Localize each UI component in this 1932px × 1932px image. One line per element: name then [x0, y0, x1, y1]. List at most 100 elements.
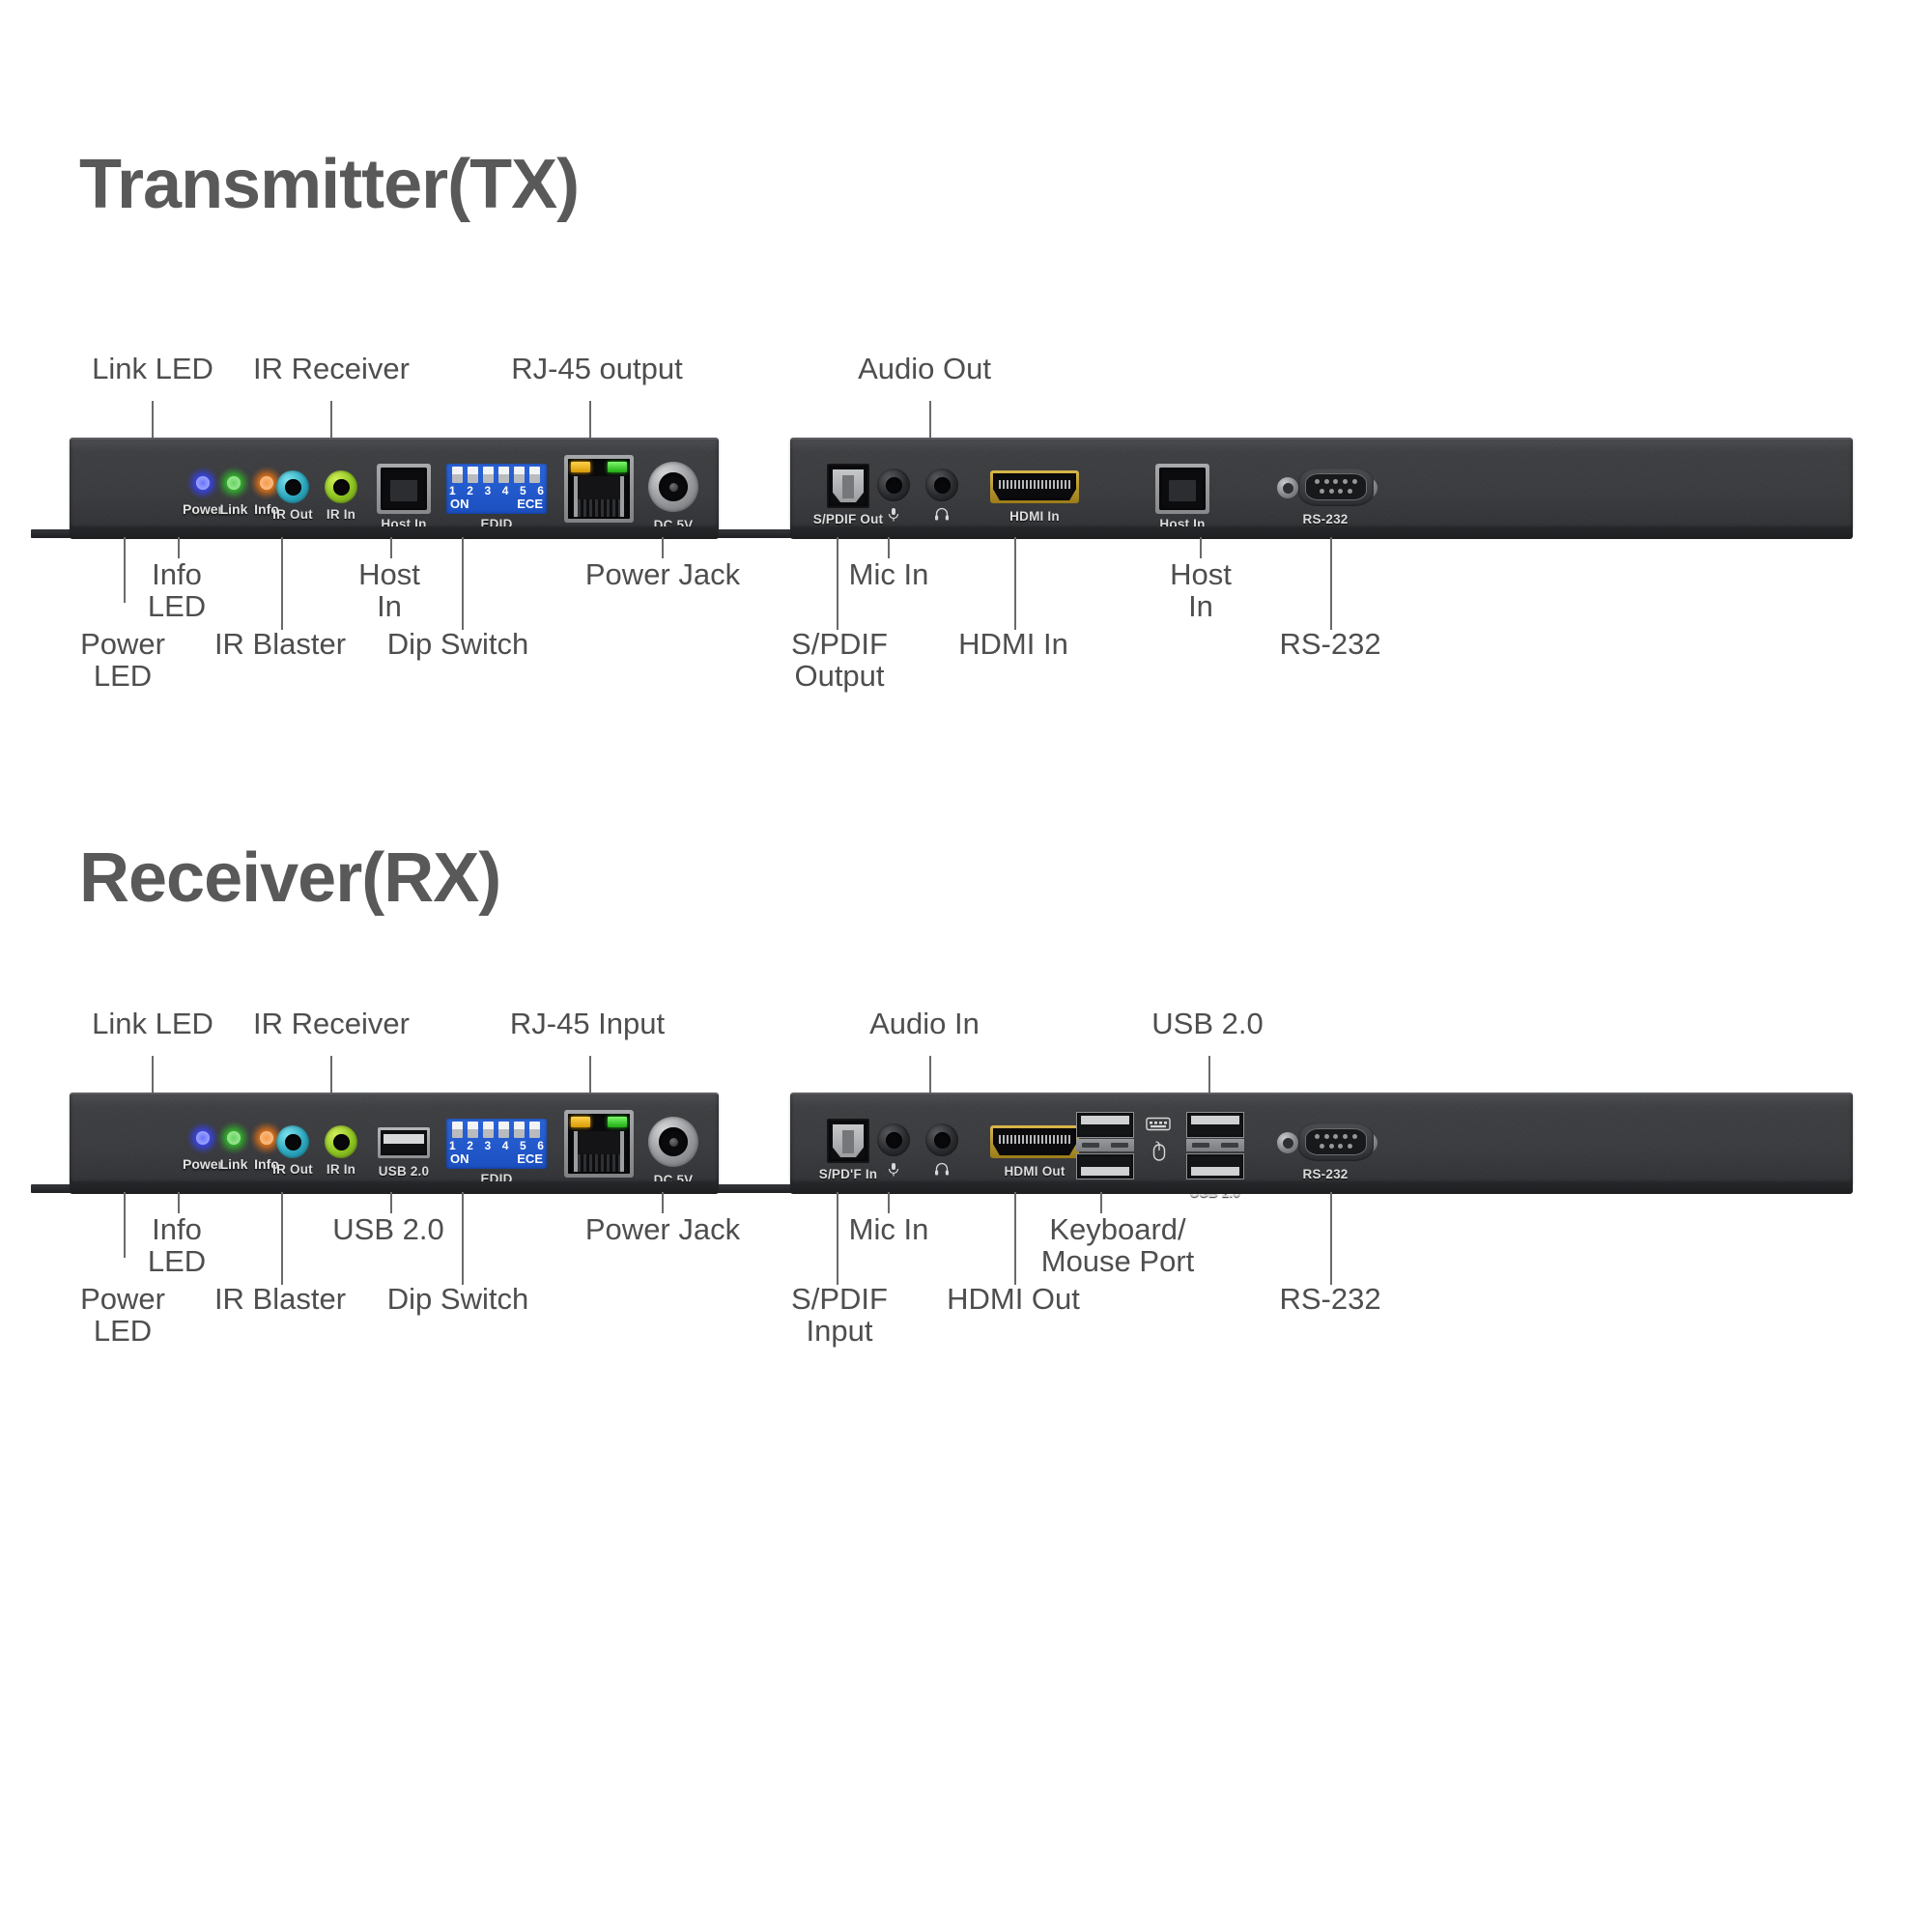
- usb-a-connector[interactable]: [378, 1127, 430, 1158]
- toslink-connector[interactable]: [827, 464, 869, 508]
- link-led-indicator: [227, 476, 241, 490]
- leader-tx-rs232: [1330, 537, 1332, 630]
- callout-tx-dip-switch: Dip Switch: [386, 627, 529, 661]
- callout-rx-power-jack: Power Jack: [584, 1212, 741, 1246]
- leader-rx-power-jack: [662, 1192, 664, 1213]
- callout-tx-power-jack: Power Jack: [584, 557, 741, 591]
- rj45-connector[interactable]: [564, 455, 634, 523]
- db9-connector[interactable]: [1277, 1121, 1378, 1165]
- callout-rx-rear-audio-in: Audio In: [869, 1007, 980, 1040]
- usb-port-20-top[interactable]: [1186, 1112, 1244, 1138]
- ir-in-label: IR In: [326, 507, 356, 522]
- microphone-icon: [888, 1163, 899, 1177]
- leader-rx-usb20: [390, 1192, 392, 1213]
- leader-tx-power-led: [124, 537, 126, 603]
- ir-out-connector[interactable]: [276, 470, 309, 503]
- rj45-link-led-green: [608, 1117, 627, 1127]
- callout-rx-info-led: Info LED: [147, 1212, 207, 1279]
- headphone-icon: [935, 507, 949, 521]
- rx-rear-chassis-lip: [790, 1181, 1853, 1194]
- dc-barrel-connector[interactable]: [648, 1117, 698, 1167]
- callout-tx-info-led: Info LED: [147, 557, 207, 624]
- headphone-jack-connector[interactable]: [925, 1123, 958, 1156]
- diagram-canvas: Transmitter(TX) Link LED IR Receiver RJ-…: [0, 0, 1932, 1932]
- spdif-out-label: S/PDIF Out: [812, 512, 884, 526]
- info-led-indicator: [260, 1131, 273, 1145]
- callout-tx-rs232: RS-232: [1279, 627, 1381, 661]
- usb-port-20-bottom[interactable]: [1186, 1153, 1244, 1179]
- rj45-link-led-green: [608, 462, 627, 472]
- rx-rear-panel: S/PD'F In HDMI Out RS-232: [790, 1093, 1853, 1200]
- callout-tx-hdmi-in: HDMI In: [958, 627, 1068, 661]
- callout-rx-spdif-input: S/PDIF Input: [791, 1282, 888, 1349]
- rj45-connector[interactable]: [564, 1110, 634, 1178]
- callout-tx-ir-blaster: IR Blaster: [213, 627, 347, 661]
- ir-in-connector[interactable]: [325, 1125, 357, 1158]
- leader-rx-info-led: [178, 1192, 180, 1213]
- usb-port-km-bottom[interactable]: [1076, 1153, 1134, 1179]
- tx-front-chassis-lip: [70, 526, 719, 539]
- dip-num-4: 4: [501, 484, 509, 497]
- callout-tx-power-led: Power LED: [80, 627, 165, 694]
- rx-front-panel: Power Link Info IR Out IR In USB 2.0 ↓ 1…: [70, 1093, 719, 1194]
- db9-connector[interactable]: [1277, 466, 1378, 510]
- leader-tx-ir-blaster: [281, 537, 283, 630]
- leader-rx-keyboard-mouse: [1100, 1192, 1102, 1213]
- leader-tx-dip-switch: [462, 537, 464, 630]
- toslink-connector[interactable]: [827, 1119, 869, 1163]
- rs232-label: RS-232: [1302, 512, 1349, 526]
- callout-rx-front-ir-receiver: IR Receiver: [253, 1007, 410, 1040]
- ir-out-label: IR Out: [272, 1162, 313, 1177]
- mouse-icon: [1152, 1141, 1166, 1161]
- mic-jack-connector[interactable]: [877, 1123, 910, 1156]
- hdmi-connector[interactable]: [990, 1125, 1079, 1158]
- rx-usb20-stack[interactable]: [1186, 1112, 1244, 1179]
- dip-num-1: 1: [449, 1139, 456, 1152]
- callout-tx-spdif-output: S/PDIF Output: [791, 627, 888, 694]
- callout-rx-rear-usb-20: USB 2.0: [1151, 1007, 1264, 1040]
- rx-keyboard-mouse-usb-stack[interactable]: [1076, 1112, 1134, 1179]
- link-led-label: Link: [219, 501, 248, 517]
- ir-in-connector[interactable]: [325, 470, 357, 503]
- info-led-indicator: [260, 476, 273, 490]
- leader-rx-spdif-input: [837, 1192, 838, 1285]
- callout-tx-rear-host-in: Host In: [1170, 557, 1232, 624]
- callout-tx-front-rj45-output: RJ-45 output: [511, 352, 683, 385]
- hdmi-connector[interactable]: [990, 470, 1079, 503]
- usb-port-km-top[interactable]: [1076, 1112, 1134, 1138]
- callout-tx-rear-audio-out: Audio Out: [858, 352, 991, 385]
- dip-ece-label: ECE: [517, 497, 543, 511]
- dip-num-6: 6: [537, 484, 544, 497]
- usb-b-connector-rear[interactable]: [1155, 464, 1209, 514]
- callout-rx-power-led: Power LED: [80, 1282, 165, 1349]
- ir-out-connector[interactable]: [276, 1125, 309, 1158]
- microphone-icon: [888, 508, 899, 522]
- leader-rx-ir-blaster: [281, 1192, 283, 1285]
- dip-num-6: 6: [537, 1139, 544, 1152]
- dip-on-label: ON: [450, 1151, 469, 1166]
- dip-switch-block[interactable]: ↓ 1 2 3 4 5 6 ON ECE: [446, 464, 547, 514]
- usb-b-connector[interactable]: [377, 464, 431, 514]
- ir-in-label: IR In: [326, 1162, 356, 1177]
- leader-tx-power-jack: [662, 537, 664, 558]
- callout-tx-front-link-led: Link LED: [92, 352, 213, 385]
- callout-rx-front-link-led: Link LED: [92, 1007, 213, 1040]
- headphone-jack-connector[interactable]: [925, 469, 958, 501]
- dip-num-5: 5: [520, 484, 526, 497]
- usb-20-label: USB 2.0: [378, 1164, 430, 1179]
- dc-barrel-connector[interactable]: [648, 462, 698, 512]
- dip-num-4: 4: [501, 1139, 509, 1152]
- keyboard-icon: [1146, 1117, 1171, 1131]
- leader-tx-info-led: [178, 537, 180, 558]
- dip-num-2: 2: [467, 484, 473, 497]
- power-led-indicator: [196, 1131, 210, 1145]
- rs232-label: RS-232: [1302, 1167, 1349, 1181]
- rj45-activity-led-yellow: [571, 462, 590, 472]
- tx-front-panel: Power Link Info IR Out IR In Host In ↓ 1…: [70, 438, 719, 539]
- callout-rx-keyboard-mouse: Keyboard/ Mouse Port: [1040, 1212, 1195, 1279]
- callout-rx-hdmi-out: HDMI Out: [947, 1282, 1080, 1316]
- mic-jack-connector[interactable]: [877, 469, 910, 501]
- dip-switch-block[interactable]: ↓ 1 2 3 4 5 6 ON ECE: [446, 1119, 547, 1169]
- leader-tx-host-in: [390, 537, 392, 558]
- callout-rx-front-rj45-input: RJ-45 Input: [509, 1007, 666, 1040]
